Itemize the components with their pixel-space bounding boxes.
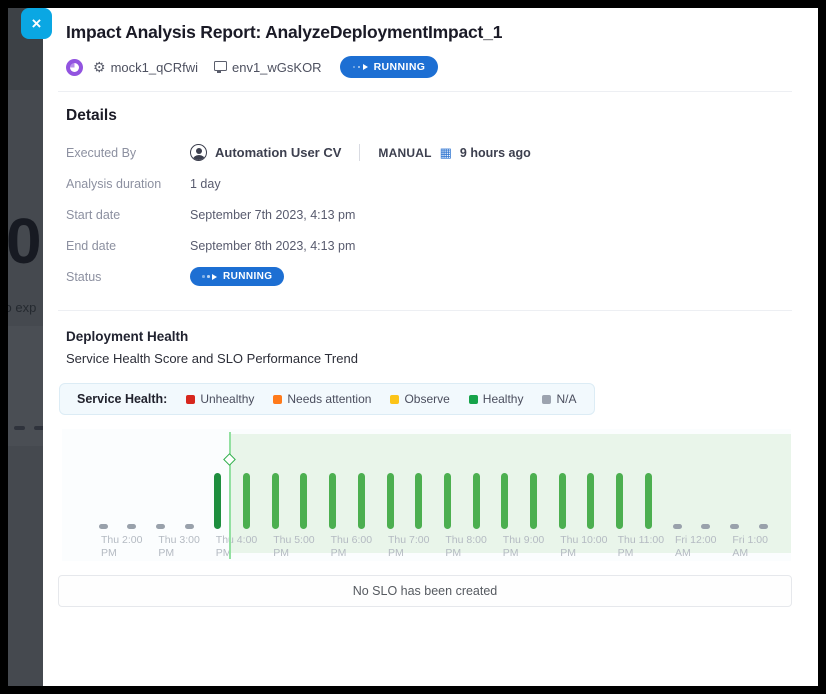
detail-row-executed-by: Executed By Automation User CV MANUAL ▦ …	[66, 137, 792, 168]
x-axis-tick-label: Thu 9:00PM	[503, 534, 544, 560]
x-axis-tick-label: Thu 2:00PM	[101, 534, 142, 560]
trigger-type: MANUAL	[378, 146, 431, 160]
report-meta-row: ⚙ mock1_qCRfwi env1_wGsKOR RUNNING	[58, 56, 792, 78]
health-score-chart: Thu 2:00PM Thu 3:00PM Thu 4:00PM Thu 5:00PM…	[62, 429, 791, 561]
health-bar-fri-12-00-am	[673, 524, 682, 529]
x-axis-tick-label: Thu 6:00PM	[331, 534, 372, 560]
health-bar-thu-7-30-pm	[415, 473, 422, 529]
close-icon: ×	[32, 14, 42, 34]
health-bar-thu-3-00-pm	[156, 524, 165, 529]
dimmed-background-page: 0 To exp	[8, 8, 48, 686]
legend-color-swatch	[186, 395, 195, 404]
x-axis-tick-label: Thu 3:00PM	[158, 534, 199, 560]
user-icon	[190, 144, 207, 161]
calendar-icon: ▦	[440, 146, 452, 159]
health-bar-thu-2-00-pm	[99, 524, 108, 529]
underlay-dash	[14, 426, 25, 430]
legend-color-swatch	[273, 395, 282, 404]
detail-row-start-date: Start date September 7th 2023, 4:13 pm	[66, 199, 792, 230]
legend-item-observe: Observe	[390, 392, 449, 406]
page-title: Impact Analysis Report: AnalyzeDeploymen…	[58, 22, 792, 43]
legend-color-swatch	[469, 395, 478, 404]
service-name: ⚙ mock1_qCRfwi	[93, 60, 198, 75]
x-axis-tick-label: Fri 1:00AM	[732, 534, 768, 560]
underlay-number-fragment: 0	[8, 204, 40, 278]
detail-row-end-date: End date September 8th 2023, 4:13 pm	[66, 230, 792, 261]
deployment-marker-line	[229, 432, 231, 559]
legend-color-swatch	[542, 395, 551, 404]
slo-empty-state: No SLO has been created	[58, 575, 792, 607]
environment-icon	[214, 61, 227, 71]
health-bar-fri-1-00-am	[730, 524, 739, 529]
health-bar-thu-3-30-pm	[185, 524, 194, 529]
x-axis-tick-label: Thu 11:00PM	[618, 534, 665, 560]
x-axis-tick-label: Thu 4:00PM	[216, 534, 257, 560]
legend-item-healthy: Healthy	[469, 392, 524, 406]
legend-item-unhealthy: Unhealthy	[186, 392, 254, 406]
x-axis-tick-label: Thu 5:00PM	[273, 534, 314, 560]
status-badge: RUNNING	[190, 267, 284, 286]
health-bar-fri-12-30-am	[701, 524, 710, 529]
x-axis-tick-label: Thu 10:00PM	[560, 534, 607, 560]
health-bar-thu-9-00-pm	[501, 473, 508, 529]
health-bar-thu-4-00-pm	[214, 473, 221, 529]
health-bar-thu-8-00-pm	[444, 473, 451, 529]
underlay-text-fragment: To exp	[8, 300, 36, 315]
vertical-divider	[359, 144, 360, 161]
health-bar-thu-6-00-pm	[329, 473, 336, 529]
health-bar-thu-7-00-pm	[387, 473, 394, 529]
monitored-service-avatar	[66, 59, 83, 76]
x-axis-tick-label: Fri 12:00AM	[675, 534, 716, 560]
legend-item-needs-attention: Needs attention	[273, 392, 371, 406]
executed-time: 9 hours ago	[460, 146, 531, 160]
deployment-health-subtitle: Service Health Score and SLO Performance…	[58, 351, 792, 366]
deployment-health-heading: Deployment Health	[58, 329, 792, 344]
detail-row-analysis-duration: Analysis duration 1 day	[66, 168, 792, 199]
x-axis-tick-label: Thu 7:00PM	[388, 534, 429, 560]
health-bar-thu-9-30-pm	[530, 473, 537, 529]
gear-icon: ⚙	[93, 60, 106, 74]
health-bar-thu-4-30-pm	[243, 473, 250, 529]
health-bar-thu-5-30-pm	[300, 473, 307, 529]
close-drawer-button[interactable]: ×	[21, 8, 52, 39]
status-badge: RUNNING	[340, 56, 439, 78]
legend-color-swatch	[390, 395, 399, 404]
executed-by-user: Automation User CV	[215, 145, 341, 160]
running-spinner-icon	[202, 274, 217, 280]
health-bar-thu-2-30-pm	[127, 524, 136, 529]
health-bar-thu-10-30-pm	[587, 473, 594, 529]
divider	[58, 91, 792, 92]
health-bar-thu-11-00-pm	[616, 473, 623, 529]
impact-analysis-drawer: Impact Analysis Report: AnalyzeDeploymen…	[43, 8, 818, 686]
health-bar-thu-6-30-pm	[358, 473, 365, 529]
health-bar-thu-10-00-pm	[559, 473, 566, 529]
screen: 0 To exp × Impact Analysis Report: Analy…	[8, 8, 818, 686]
running-spinner-icon	[353, 64, 368, 70]
service-health-legend: Service Health: UnhealthyNeeds attention…	[59, 383, 595, 415]
x-axis-tick-label: Thu 8:00PM	[445, 534, 486, 560]
environment-name: env1_wGsKOR	[214, 60, 322, 75]
divider	[58, 310, 792, 311]
detail-row-status: Status RUNNING	[66, 261, 792, 292]
details-grid: Executed By Automation User CV MANUAL ▦ …	[58, 137, 792, 292]
health-bar-thu-8-30-pm	[473, 473, 480, 529]
health-bar-thu-5-00-pm	[272, 473, 279, 529]
health-bar-thu-11-30-pm	[645, 473, 652, 529]
health-bar-fri-1-30-am	[759, 524, 768, 529]
details-heading: Details	[58, 107, 792, 125]
legend-item-n-a: N/A	[542, 392, 576, 406]
